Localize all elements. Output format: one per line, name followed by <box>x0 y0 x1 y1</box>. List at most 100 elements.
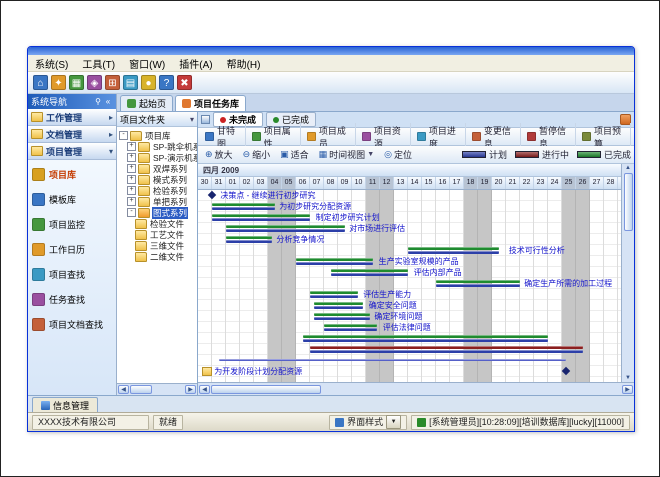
scroll-thumb[interactable] <box>624 173 633 231</box>
gantt-control-button[interactable]: ▣适合 <box>276 147 313 162</box>
gantt-bar-done[interactable] <box>436 280 520 283</box>
tree-item[interactable]: +SP-跳伞机系 <box>117 141 197 152</box>
sidebar-group-label: 项目管理 <box>46 145 82 158</box>
milestone-icon[interactable] <box>208 191 216 199</box>
tab-info-management[interactable]: 信息管理 <box>32 397 98 412</box>
gantt-bar-plan[interactable] <box>212 207 275 210</box>
gantt-bar-done[interactable] <box>331 269 408 272</box>
tree-item[interactable]: +双焊系列 <box>117 163 197 174</box>
gantt-bar-plan[interactable] <box>408 251 499 254</box>
expand-icon[interactable]: + <box>127 164 136 173</box>
gantt-control-button[interactable]: ◎定位 <box>380 147 416 162</box>
pin-icon[interactable]: ⚲ <box>93 97 103 106</box>
exit-icon[interactable]: ✖ <box>177 75 192 90</box>
sidebar-item[interactable]: 任务查找 <box>30 292 114 307</box>
scroll-thumb[interactable] <box>211 385 321 394</box>
gantt-bar-plan[interactable] <box>314 317 370 320</box>
calculator-icon[interactable]: ▤ <box>123 75 138 90</box>
panel-menu-icon[interactable]: ▾ <box>190 115 194 124</box>
tree-item[interactable]: +模式系列 <box>117 174 197 185</box>
sidebar-item[interactable]: 项目文档查找 <box>30 317 114 332</box>
gantt-bar-plan[interactable] <box>303 339 548 342</box>
gantt-bar-plan[interactable] <box>296 262 373 265</box>
expand-icon[interactable]: + <box>127 142 136 151</box>
gantt-bar-done[interactable] <box>212 214 310 217</box>
gantt-bar-plan[interactable] <box>324 328 377 331</box>
ui-style-selector[interactable]: 界面样式 ▼ <box>329 415 407 430</box>
gantt-bar-done[interactable] <box>314 302 363 305</box>
tree-item[interactable]: 工艺文件 <box>117 229 197 240</box>
tree-horizontal-scrollbar[interactable]: ◀ ▶ <box>117 383 197 395</box>
expand-icon[interactable]: + <box>127 197 136 206</box>
tree-item[interactable]: +单把系列 <box>117 196 197 207</box>
sidebar-item[interactable]: 工作日历 <box>30 242 114 257</box>
scroll-left-icon[interactable]: ◀ <box>118 385 129 394</box>
sidebar-group[interactable]: 文档管理▸ <box>28 126 116 143</box>
scroll-left-icon[interactable]: ◀ <box>199 385 210 394</box>
sidebar-item[interactable]: 项目查找 <box>30 267 114 282</box>
menu-item[interactable]: 工具(T) <box>75 55 122 72</box>
gantt-bar-done[interactable] <box>226 236 272 239</box>
menu-item[interactable]: 帮助(H) <box>220 55 268 72</box>
sidebar-group[interactable]: 项目管理▾ <box>28 143 116 160</box>
gantt-bar-done[interactable] <box>212 203 275 206</box>
gantt-bar-plan[interactable] <box>331 273 408 276</box>
menu-item[interactable]: 系统(S) <box>28 55 75 72</box>
gantt-horizontal-scrollbar[interactable]: ◀ ▶ <box>198 382 634 395</box>
expand-icon[interactable]: + <box>127 175 136 184</box>
gantt-vertical-scrollbar[interactable]: ▲ ▼ <box>621 164 634 382</box>
sidebar-item[interactable]: 项目监控 <box>30 217 114 232</box>
gantt-bar-plan[interactable] <box>226 229 345 232</box>
scroll-up-icon[interactable]: ▲ <box>625 165 631 171</box>
lock-icon[interactable]: ● <box>141 75 156 90</box>
gantt-bar-plan[interactable] <box>212 218 310 221</box>
sidebar-group[interactable]: 工作管理▸ <box>28 109 116 126</box>
tree-item[interactable]: +SP-演示机系 <box>117 152 197 163</box>
expand-icon[interactable]: + <box>127 153 136 162</box>
gantt-bar-done[interactable] <box>303 335 548 338</box>
style-icon[interactable]: ◈ <box>87 75 102 90</box>
tab[interactable]: 项目任务库 <box>175 95 246 111</box>
gantt-bar-done[interactable] <box>226 225 345 228</box>
gantt-bar-summary[interactable] <box>219 359 566 361</box>
gantt-bar-done[interactable] <box>310 291 358 294</box>
gantt-control-button[interactable]: ⊕放大 <box>201 147 237 162</box>
system-icon[interactable]: ⌂ <box>33 75 48 90</box>
gantt-bar-plan[interactable] <box>436 284 520 287</box>
scroll-right-icon[interactable]: ▶ <box>185 385 196 394</box>
help-icon[interactable]: ? <box>159 75 174 90</box>
chevron-down-icon[interactable]: ▼ <box>386 415 401 429</box>
gantt-bar-progress[interactable] <box>310 346 583 349</box>
scroll-thumb[interactable] <box>130 385 152 394</box>
gantt-bar-plan[interactable] <box>314 306 363 309</box>
gantt-bar-plan[interactable] <box>226 240 272 243</box>
gantt-control-button[interactable]: ▦时间视图▼ <box>315 147 378 162</box>
tab[interactable]: 起始页 <box>120 95 173 111</box>
gantt-bar-done[interactable] <box>314 313 370 316</box>
collapse-icon[interactable]: - <box>119 131 128 140</box>
window-icon[interactable]: ▦ <box>69 75 84 90</box>
tools-icon[interactable]: ✦ <box>51 75 66 90</box>
gantt-bar-done[interactable] <box>408 247 499 250</box>
tree-item[interactable]: 二维文件 <box>117 251 197 262</box>
tree-item[interactable]: 三维文件 <box>117 240 197 251</box>
tree-item[interactable]: +检验系列 <box>117 185 197 196</box>
gantt-bar-plan[interactable] <box>310 295 358 298</box>
collapse-icon[interactable]: « <box>103 97 113 106</box>
scroll-right-icon[interactable]: ▶ <box>622 385 633 394</box>
expand-icon[interactable]: + <box>127 186 136 195</box>
gantt-bar-done[interactable] <box>296 258 373 261</box>
plugin-icon[interactable]: ⊞ <box>105 75 120 90</box>
sidebar-item[interactable]: 模板库 <box>30 192 114 207</box>
collapse-icon[interactable]: - <box>127 208 136 217</box>
scroll-down-icon[interactable]: ▼ <box>625 375 631 381</box>
gantt-bar-done[interactable] <box>324 324 377 327</box>
sidebar-item[interactable]: 项目库 <box>30 167 114 182</box>
gantt-bar-plan[interactable] <box>310 350 583 353</box>
tree-item[interactable]: -项目库 <box>117 130 197 141</box>
gantt-control-button[interactable]: ⊖缩小 <box>239 147 275 162</box>
menu-item[interactable]: 插件(A) <box>172 55 219 72</box>
tree-item[interactable]: 检验文件 <box>117 218 197 229</box>
tree-item[interactable]: -图式系列 <box>117 207 197 218</box>
menu-item[interactable]: 窗口(W) <box>122 55 172 72</box>
